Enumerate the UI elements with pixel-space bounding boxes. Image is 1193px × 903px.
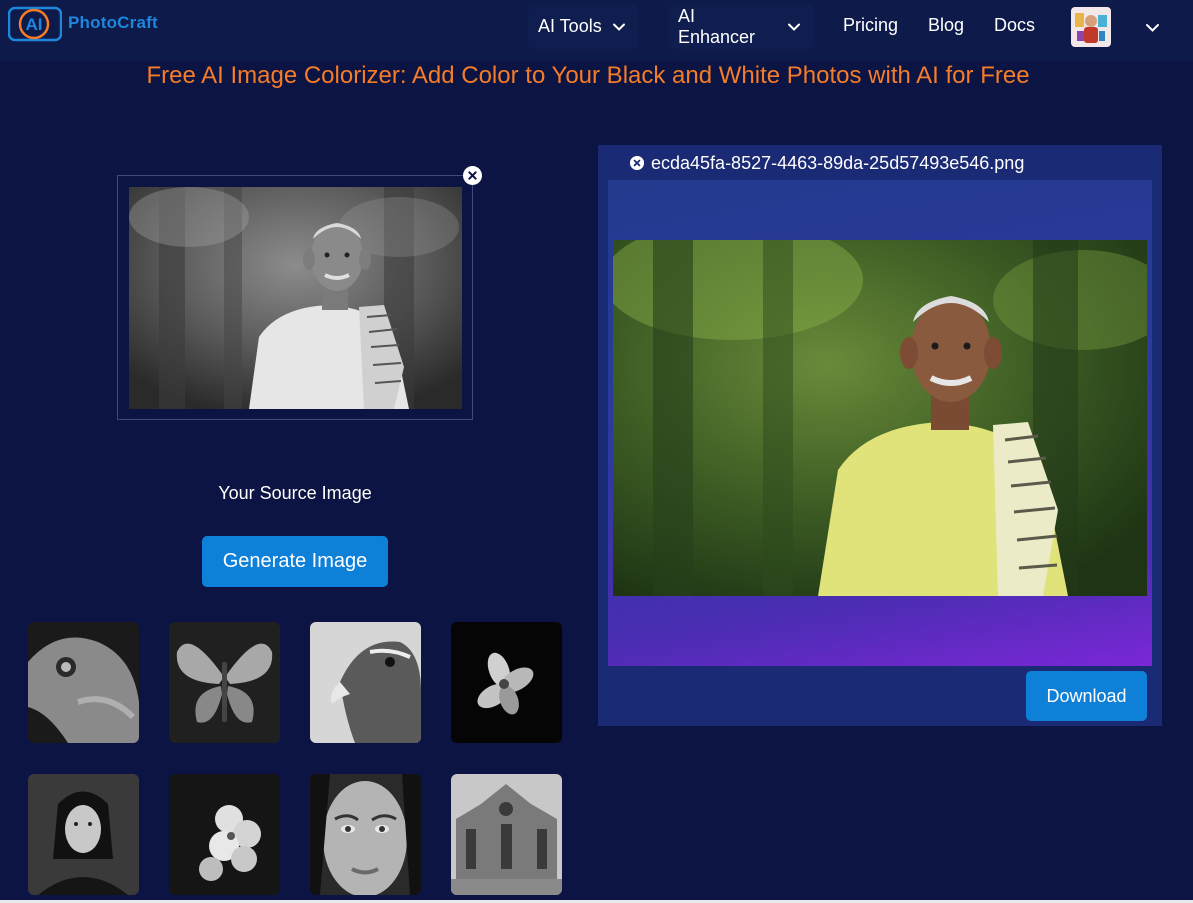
close-circle-icon[interactable]	[630, 156, 644, 170]
result-file-row: ecda45fa-8527-4463-89da-25d57493e546.png	[630, 153, 1024, 173]
download-button[interactable]: Download	[1026, 671, 1147, 721]
logo-mark-icon: AI	[8, 6, 62, 42]
generate-image-button[interactable]: Generate Image	[202, 536, 388, 587]
ai-enhancer-dropdown[interactable]: AI Enhancer	[668, 4, 813, 49]
sample-image-flowers[interactable]	[169, 774, 280, 895]
svg-text:AI: AI	[26, 15, 43, 34]
chevron-down-icon	[788, 23, 800, 31]
result-image-container	[608, 180, 1152, 666]
source-image	[129, 187, 462, 409]
result-file-name: ecda45fa-8527-4463-89da-25d57493e546.png	[651, 152, 1025, 173]
logo[interactable]: AI PhotoCraft	[8, 2, 178, 44]
nav-link-blog[interactable]: Blog	[928, 15, 964, 36]
chevron-down-icon	[612, 23, 625, 31]
source-image-caption: Your Source Image	[218, 483, 372, 503]
logo-text: PhotoCraft	[68, 13, 158, 32]
result-panel: ecda45fa-8527-4463-89da-25d57493e546.png	[598, 145, 1162, 726]
sample-image-cathedral[interactable]	[451, 774, 562, 895]
ai-tools-label: AI Tools	[538, 16, 602, 36]
page-title: Free AI Image Colorizer: Add Color to Yo…	[146, 62, 1030, 89]
close-circle-icon[interactable]	[463, 166, 482, 185]
sample-image-butterfly[interactable]	[169, 622, 280, 743]
navbar: AI PhotoCraft AI Tools AI Enhancer Prici…	[0, 0, 1193, 61]
ai-enhancer-label: AI Enhancer	[678, 5, 756, 47]
sample-image-woman-portrait[interactable]	[28, 774, 139, 895]
source-image-frame	[117, 175, 473, 420]
chevron-down-icon[interactable]	[1145, 20, 1160, 35]
sample-image-flower[interactable]	[451, 622, 562, 743]
avatar[interactable]	[1071, 7, 1111, 47]
nav-link-pricing[interactable]: Pricing	[843, 15, 898, 36]
sample-image-eagle[interactable]	[310, 622, 421, 743]
sample-image-face-closeup[interactable]	[310, 774, 421, 895]
ai-tools-dropdown[interactable]: AI Tools	[528, 4, 638, 49]
sample-image-lizard[interactable]	[28, 622, 139, 743]
nav-link-docs[interactable]: Docs	[994, 15, 1035, 36]
result-image	[613, 240, 1147, 596]
avatar-image	[1071, 7, 1111, 47]
